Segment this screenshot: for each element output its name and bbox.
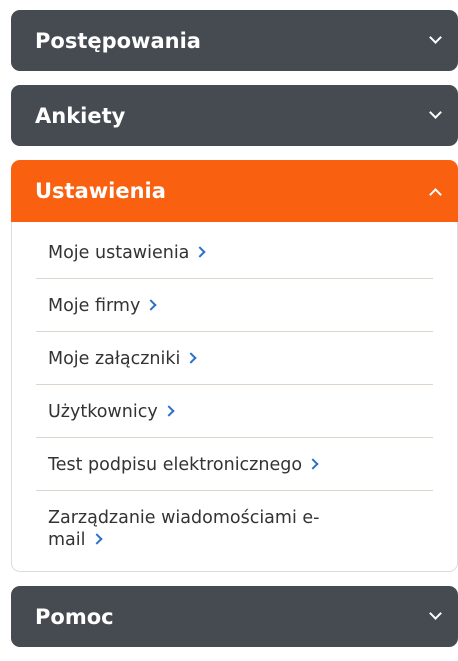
menu-header-label: Postępowania — [35, 28, 201, 53]
menu-header-label: Pomoc — [35, 604, 114, 629]
panel-pomoc: Pomoc — [11, 586, 458, 647]
chevron-right-icon — [185, 352, 198, 364]
chevron-right-icon — [90, 533, 103, 545]
menu-header-ankiety[interactable]: Ankiety — [11, 85, 458, 146]
side-navigation: Postępowania Ankiety Ustawienia Moje ust… — [11, 10, 458, 661]
chevron-down-icon — [429, 106, 442, 119]
chevron-right-icon — [307, 458, 319, 470]
menu-header-label: Ankiety — [35, 103, 126, 128]
panel-ustawienia: Ustawienia Moje ustawienia Moje firmy Mo… — [11, 160, 458, 572]
submenu-item-zarzadzanie-wiadomosciami[interactable]: Zarządzanie wiadomościami e-mail — [36, 491, 358, 565]
submenu-item-label: Moje firmy — [48, 296, 141, 316]
chevron-up-icon — [429, 187, 442, 201]
submenu-item-test-podpisu[interactable]: Test podpisu elektronicznego — [36, 438, 433, 491]
chevron-down-icon — [429, 31, 442, 44]
submenu-item-moje-firmy[interactable]: Moje firmy — [36, 279, 433, 332]
menu-header-ustawienia[interactable]: Ustawienia — [11, 160, 458, 222]
submenu-item-uzytkownicy[interactable]: Użytkownicy — [36, 385, 433, 438]
submenu-item-moje-zalaczniki[interactable]: Moje załączniki — [36, 332, 433, 385]
submenu-item-label: Test podpisu elektronicznego — [48, 455, 303, 475]
chevron-down-icon — [429, 607, 442, 620]
menu-header-postepowania[interactable]: Postępowania — [11, 10, 458, 71]
submenu-item-label: Zarządzanie wiadomościami e-mail — [48, 508, 320, 550]
panel-ankiety: Ankiety — [11, 85, 458, 146]
submenu-ustawienia: Moje ustawienia Moje firmy Moje załączni… — [11, 222, 458, 572]
submenu-item-label: Moje załączniki — [48, 349, 181, 369]
chevron-right-icon — [194, 246, 207, 258]
chevron-right-icon — [145, 299, 157, 311]
panel-postepowania: Postępowania — [11, 10, 458, 71]
menu-header-label: Ustawienia — [35, 179, 166, 203]
submenu-item-label: Moje ustawienia — [48, 243, 190, 263]
chevron-right-icon — [163, 405, 175, 417]
menu-header-pomoc[interactable]: Pomoc — [11, 586, 458, 647]
submenu-item-moje-ustawienia[interactable]: Moje ustawienia — [36, 226, 433, 279]
submenu-item-label: Użytkownicy — [48, 402, 158, 422]
